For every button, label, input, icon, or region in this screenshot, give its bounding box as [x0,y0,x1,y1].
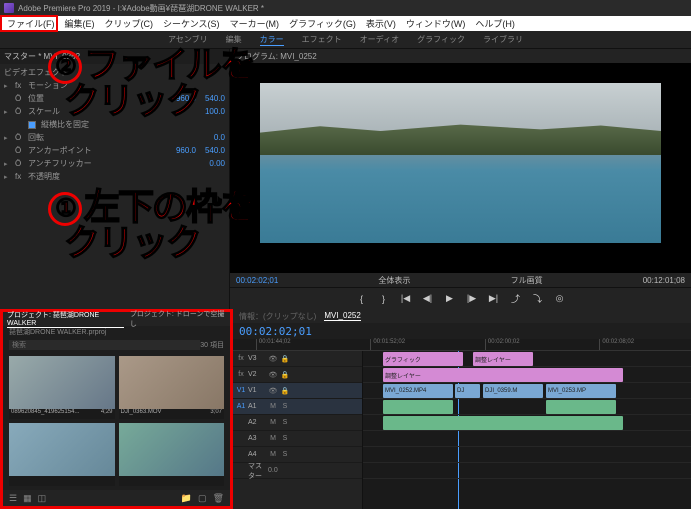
clip-item[interactable] [9,423,115,486]
icon-view-icon[interactable]: ▦ [23,493,32,504]
timeline-panel: 情報：(クリップなし) MVI_0252 00:02:02;01 00:01:4… [233,309,691,509]
ws-edit[interactable]: 編集 [226,34,242,45]
fx-motion[interactable]: モーション [28,80,225,91]
program-monitor: プログラム: MVI_0252 00:02:02;01 全体表示 フル画質 00… [230,49,691,309]
timeline-timecode[interactable]: 00:02:02;01 [239,325,312,338]
transport-controls: { } |◀ ◀| ▶ |▶ ▶| ⤴ ⤵ ◎ [230,287,691,309]
project-search-input[interactable] [9,340,200,350]
new-item-icon[interactable]: ▢ [198,493,207,504]
menu-view[interactable]: 表示(V) [361,17,401,30]
clip-item[interactable] [119,423,225,486]
project-panel[interactable]: プロジェクト: 琵琶湖DRONE WALKER プロジェクト: ドローンで空撮し… [0,309,233,509]
timeline-clip[interactable]: グラフィック [383,352,463,366]
item-count: 30 項目 [200,340,224,350]
fx-uniform: 縦横比を固定 [41,119,225,130]
monitor-tab[interactable]: プログラム: MVI_0252 [236,51,317,62]
menu-file[interactable]: ファイル(F) [2,17,60,30]
menu-sequence[interactable]: シーケンス(S) [158,17,225,30]
list-view-icon[interactable]: ☰ [9,493,17,504]
tc-in[interactable]: 00:02:02;01 [236,276,278,285]
fx-video-header: ビデオエフェクト [4,67,225,78]
step-back-icon[interactable]: ◀| [421,292,435,306]
fx-rotation[interactable]: 回転 [28,132,211,143]
tl-info: 情報：(クリップなし) [239,311,316,322]
timeline-clip[interactable] [383,400,453,414]
fx-position[interactable]: 位置 [28,93,173,104]
lock-icon[interactable]: 🔒 [280,355,290,363]
mark-in-icon[interactable]: { [355,292,369,306]
clip-item[interactable]: DJI_0363.MOV3;07 [119,356,225,419]
go-in-icon[interactable]: |◀ [399,292,413,306]
lift-icon[interactable]: ⤴ [509,292,523,306]
clip-item[interactable]: 089620845_419625154...4;29 [9,356,115,419]
fx-opacity[interactable]: 不透明度 [28,171,225,182]
project-bin-grid: 089620845_419625154...4;29 DJI_0363.MOV3… [3,352,230,490]
fx-scale[interactable]: スケール [28,106,202,117]
timeline-clip[interactable]: 調整レイヤー [473,352,533,366]
timeline-ruler[interactable]: 00:01:44;02 00:01:52;02 00:02:00;02 00:0… [233,339,691,351]
ws-audio[interactable]: オーディオ [360,34,399,45]
fx-antiflicker[interactable]: アンチフリッカー [28,158,206,169]
ws-color[interactable]: カラー [260,34,284,46]
mark-out-icon[interactable]: } [377,292,391,306]
track-headers: fxV3👁🔒 fxV2👁🔒 V1V1👁🔒 A1A1MS A2MS A3MS A4… [233,351,363,509]
monitor-info-bar: 00:02:02;01 全体表示 フル画質 00:12:01;08 [230,273,691,287]
menu-graphic[interactable]: グラフィック(G) [284,17,361,30]
ws-graphics[interactable]: グラフィック [417,34,465,45]
lower-panels: プロジェクト: 琵琶湖DRONE WALKER プロジェクト: ドローンで空撮し… [0,309,691,509]
fx-anchor[interactable]: アンカーポイント [28,145,173,156]
source-tab[interactable]: マスター * MVI_0252 [0,49,229,64]
menu-window[interactable]: ウィンドウ(W) [401,17,471,30]
monitor-viewport[interactable] [230,63,691,273]
menu-help[interactable]: ヘルプ(H) [470,17,520,30]
upper-panels: マスター * MVI_0252 ビデオエフェクト ▸fxモーション Ö位置960… [0,49,691,309]
mute-icon[interactable]: M [268,403,278,410]
ws-effects[interactable]: エフェクト [302,34,342,45]
app-logo-icon [4,3,14,13]
timeline-clip[interactable]: 調整レイヤー [383,368,623,382]
menu-bar: ファイル(F) 編集(E) クリップ(C) シーケンス(S) マーカー(M) グ… [0,16,691,31]
tl-seq-tab[interactable]: MVI_0252 [324,311,360,321]
project-name: 琵琶湖DRONE WALKER.prproj [9,327,106,337]
effect-controls-body: ビデオエフェクト ▸fxモーション Ö位置960.0540.0 ▸Öスケール10… [0,64,229,309]
monitor-tabs: プログラム: MVI_0252 [230,49,691,63]
timeline-clip[interactable]: DJ [455,384,480,398]
workspace-tabs: アセンブリ 編集 カラー エフェクト オーディオ グラフィック ライブラリ [0,31,691,49]
timeline-clip[interactable] [546,400,616,414]
ws-library[interactable]: ライブラリ [483,34,523,45]
solo-icon[interactable]: S [280,403,290,410]
trash-icon[interactable]: 🗑 [213,493,224,504]
title-text: Adobe Premiere Pro 2019 - I:¥Adobe動画¥琵琶湖… [18,3,264,14]
step-fwd-icon[interactable]: |▶ [465,292,479,306]
quality-dropdown[interactable]: フル画質 [511,275,543,286]
toggle-output-icon[interactable]: 👁 [268,355,278,363]
menu-marker[interactable]: マーカー(M) [225,17,285,30]
timeline-clip[interactable]: DJI_0359.M [483,384,543,398]
title-bar: Adobe Premiere Pro 2019 - I:¥Adobe動画¥琵琶湖… [0,0,691,16]
export-frame-icon[interactable]: ◎ [553,292,567,306]
extract-icon[interactable]: ⤵ [531,292,545,306]
new-bin-icon[interactable]: 📁 [181,493,192,504]
menu-edit[interactable]: 編集(E) [60,17,100,30]
freeform-view-icon[interactable]: ◫ [38,493,47,504]
play-icon[interactable]: ▶ [443,292,457,306]
timeline-clip[interactable] [383,416,623,430]
timeline-clip[interactable]: MVI_0253.MP [546,384,616,398]
go-out-icon[interactable]: ▶| [487,292,501,306]
project-footer: ☰ ▦ ◫ 📁 ▢ 🗑 [3,490,230,506]
ws-assembly[interactable]: アセンブリ [168,34,208,45]
fit-dropdown[interactable]: 全体表示 [378,275,410,286]
timeline-clip[interactable]: MVI_0252.MP4 [383,384,453,398]
menu-clip[interactable]: クリップ(C) [100,17,159,30]
effect-controls-panel: マスター * MVI_0252 ビデオエフェクト ▸fxモーション Ö位置960… [0,49,230,309]
tc-out: 00:12:01;08 [643,276,685,285]
uniform-checkbox[interactable] [28,121,36,129]
timeline-tracks[interactable]: グラフィック調整レイヤー 調整レイヤー MVI_0252.MP4DJDJI_03… [363,351,691,509]
